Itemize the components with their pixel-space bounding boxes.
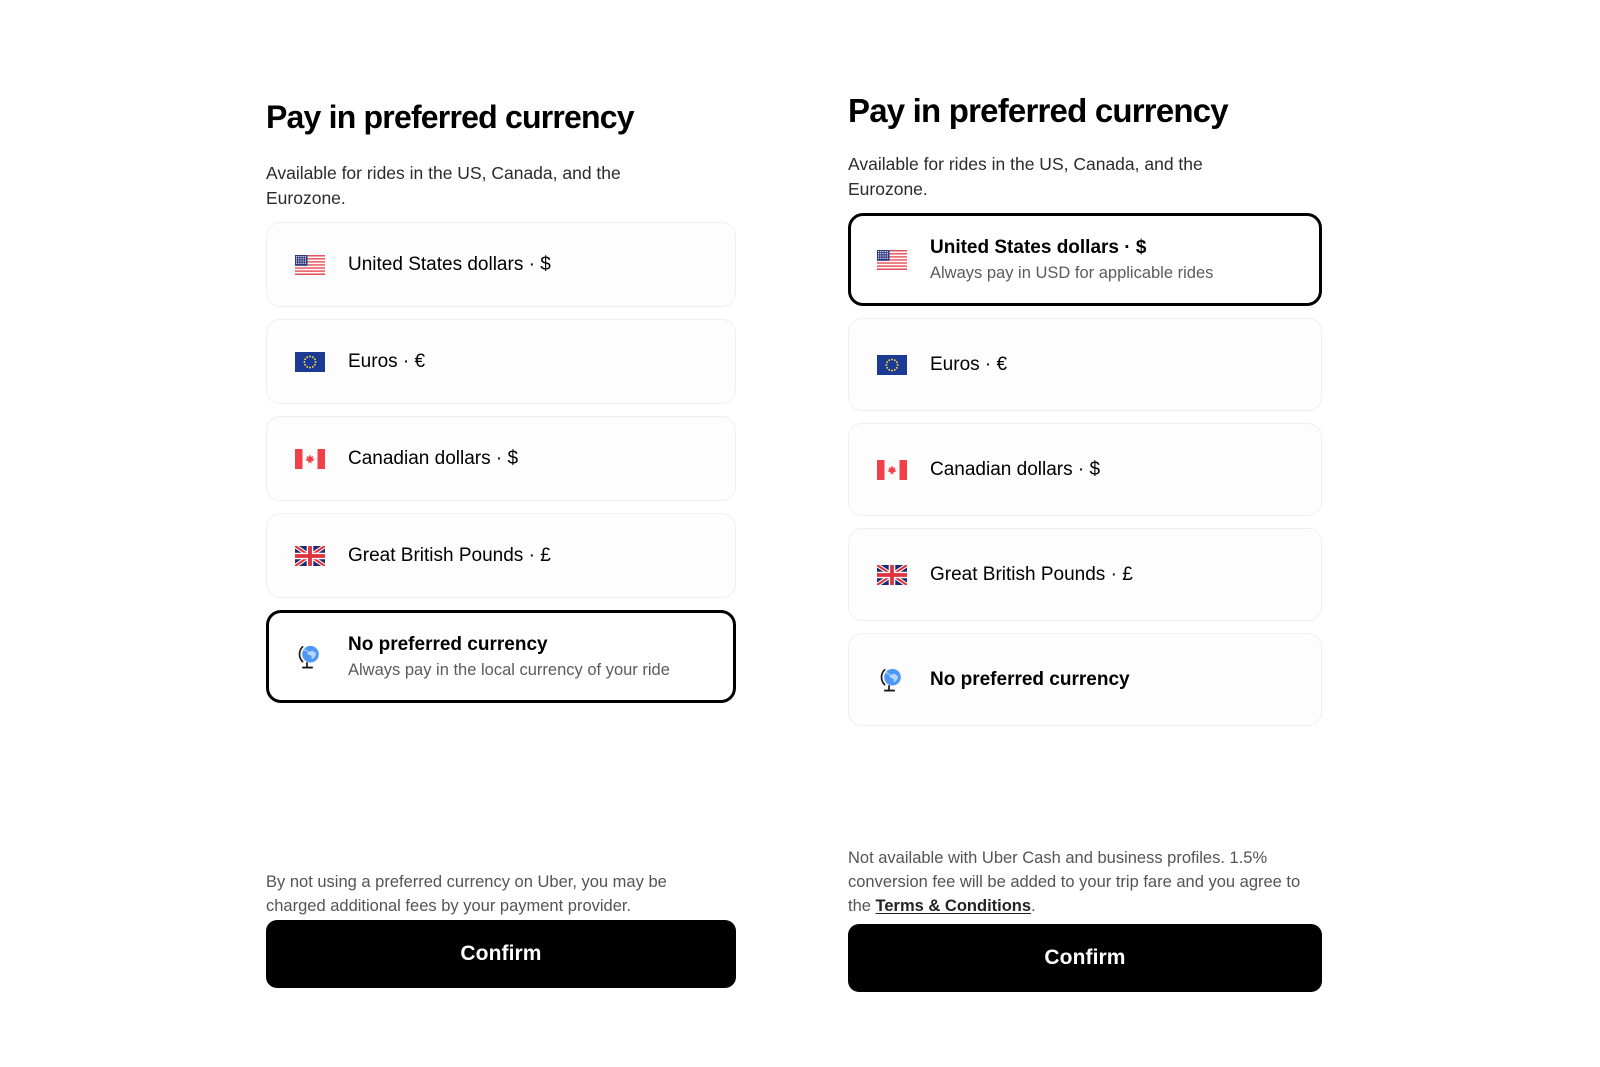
currency-option-text: Great British Pounds · £ bbox=[348, 543, 551, 569]
flag-canada-icon bbox=[295, 444, 325, 474]
currency-option-label: Euros · € bbox=[930, 353, 1008, 375]
currency-option-gbp[interactable]: Great British Pounds · £ bbox=[266, 513, 736, 598]
currency-option-label: Great British Pounds · £ bbox=[348, 544, 551, 566]
currency-option-text: No preferred currency Always pay in the l… bbox=[348, 632, 670, 682]
currency-option-text: No preferred currency bbox=[930, 667, 1130, 693]
currency-option-text: Great British Pounds · £ bbox=[930, 562, 1133, 588]
currency-option-list: United States dollars · $ Euros · € Canadi… bbox=[266, 222, 736, 715]
flag-united-states-icon bbox=[295, 250, 325, 280]
right-panel: Pay in preferred currency Available for … bbox=[848, 0, 1322, 1067]
currency-option-eur[interactable]: Euros · € bbox=[266, 319, 736, 404]
currency-option-text: Canadian dollars · $ bbox=[930, 457, 1100, 483]
page-title: Pay in preferred currency bbox=[266, 99, 635, 136]
page-subtitle: Available for rides in the US, Canada, a… bbox=[266, 162, 621, 208]
footnote-text: Not available with Uber Cash and busines… bbox=[848, 848, 1301, 915]
currency-option-label: No preferred currency bbox=[348, 633, 548, 655]
currency-option-text: Euros · € bbox=[930, 352, 1007, 378]
currency-option-label: Great British Pounds · £ bbox=[930, 563, 1133, 585]
currency-option-text: United States dollars · $ Always pay in U… bbox=[930, 235, 1213, 285]
globe-icon bbox=[877, 665, 907, 695]
currency-option-label: United States dollars · $ bbox=[930, 236, 1147, 258]
currency-option-label: Euros · € bbox=[348, 350, 426, 372]
currency-option-text: United States dollars · $ bbox=[348, 252, 551, 278]
flag-canada-icon bbox=[877, 455, 907, 485]
flag-united-states-icon bbox=[877, 245, 907, 275]
currency-option-usd[interactable]: United States dollars · $ bbox=[266, 222, 736, 307]
currency-option-eur[interactable]: Euros · € bbox=[848, 318, 1322, 411]
currency-option-label: Canadian dollars · $ bbox=[930, 458, 1101, 480]
confirm-button[interactable]: Confirm bbox=[848, 924, 1322, 992]
flag-european-union-icon bbox=[877, 350, 907, 380]
footnote-text: By not using a preferred currency on Ube… bbox=[266, 872, 667, 915]
currency-option-cad[interactable]: Canadian dollars · $ bbox=[266, 416, 736, 501]
currency-option-sublabel: Always pay in the local currency of your… bbox=[348, 660, 670, 679]
currency-option-label: Canadian dollars · $ bbox=[348, 447, 519, 469]
terms-and-conditions-link[interactable]: Terms & Conditions bbox=[876, 897, 1032, 915]
page-title: Pay in preferred currency bbox=[848, 92, 1229, 130]
currency-option-label: United States dollars · $ bbox=[348, 253, 551, 275]
confirm-button[interactable]: Confirm bbox=[266, 920, 736, 988]
screen-root: Pay in preferred currency Available for … bbox=[0, 0, 1600, 1067]
currency-option-label: No preferred currency bbox=[930, 668, 1130, 690]
flag-united-kingdom-icon bbox=[295, 541, 325, 571]
left-panel: Pay in preferred currency Available for … bbox=[266, 0, 736, 1067]
currency-option-none[interactable]: No preferred currency Always pay in the l… bbox=[266, 610, 736, 703]
page-subtitle: Available for rides in the US, Canada, a… bbox=[848, 153, 1203, 199]
currency-option-none[interactable]: No preferred currency bbox=[848, 633, 1322, 726]
currency-option-sublabel: Always pay in USD for applicable rides bbox=[930, 263, 1214, 282]
currency-option-gbp[interactable]: Great British Pounds · £ bbox=[848, 528, 1322, 621]
currency-option-list: United States dollars · $ Always pay in U… bbox=[848, 213, 1322, 738]
currency-option-text: Canadian dollars · $ bbox=[348, 446, 518, 472]
currency-option-cad[interactable]: Canadian dollars · $ bbox=[848, 423, 1322, 516]
flag-united-kingdom-icon bbox=[877, 560, 907, 590]
flag-european-union-icon bbox=[295, 347, 325, 377]
globe-icon bbox=[295, 642, 325, 672]
currency-option-usd[interactable]: United States dollars · $ Always pay in U… bbox=[848, 213, 1322, 306]
currency-option-text: Euros · € bbox=[348, 349, 425, 375]
